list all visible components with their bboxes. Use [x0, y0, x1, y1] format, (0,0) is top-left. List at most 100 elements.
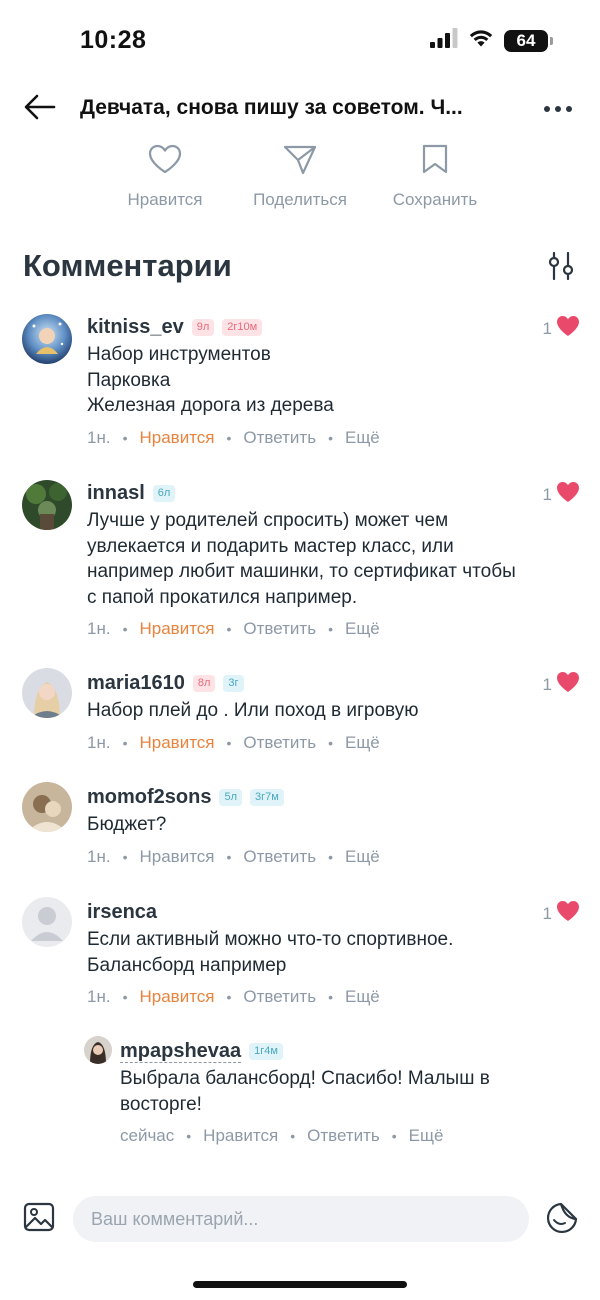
post-actions: Нравится Поделиться Сохранить [0, 140, 600, 220]
comment-like-button[interactable]: Нравится [139, 733, 214, 753]
avatar[interactable] [22, 668, 72, 718]
like-post-button[interactable]: Нравится [95, 140, 235, 210]
comment-like-button[interactable]: Нравится [139, 987, 214, 1007]
sort-filter-button[interactable] [544, 251, 578, 286]
home-indicator [193, 1281, 407, 1288]
comment-meta: 1н. • Нравится • Ответить • Ещё [87, 427, 380, 448]
comment-line: Выбрала балансборд! Спасибо! Малыш в [120, 1068, 490, 1089]
comments-heading: Комментарии [23, 248, 232, 283]
comment-line: Железная дорога из дерева [87, 395, 334, 416]
comment-like-counter[interactable]: 1 [543, 481, 580, 508]
comment-more-button[interactable]: Ещё [345, 847, 380, 867]
avatar[interactable] [22, 480, 72, 530]
comment-reply-button[interactable]: Ответить [243, 619, 316, 639]
comment-line: Лучше у родителей спросить) может чем [87, 510, 449, 531]
like-count: 1 [542, 484, 552, 504]
comment-meta: 1н. • Нравится • Ответить • Ещё [87, 619, 380, 639]
comment-username[interactable]: innasl [87, 482, 145, 505]
comment-username[interactable]: momof2sons [87, 786, 211, 809]
comment-line: Набор инструментов [87, 344, 271, 365]
comment-time: 1н. [87, 427, 111, 447]
comment-reply-button[interactable]: Ответить [243, 987, 316, 1007]
comment-like-button[interactable]: Нравится [139, 428, 214, 448]
comment-input[interactable] [73, 1196, 529, 1242]
attach-photo-button[interactable] [22, 1202, 56, 1236]
heart-outline-icon [148, 140, 182, 178]
comment-like-counter[interactable]: 1 [543, 671, 580, 698]
child-age-badge: 6л [152, 484, 176, 502]
comment-line: увлекается и подарить мастер класс, или [87, 535, 454, 557]
comment-composer [0, 1190, 600, 1254]
like-count: 1 [542, 674, 552, 694]
comment-time: 1н. [87, 619, 111, 638]
comment-more-button[interactable]: Ещё [409, 1126, 444, 1146]
comment-meta: 1н. • Нравится • Ответить • Ещё [87, 732, 380, 753]
more-options-button[interactable] [540, 94, 576, 124]
comment-like-counter[interactable]: 1 [543, 900, 580, 927]
comment-line: с папой прокатился например. [87, 586, 358, 608]
save-label: Сохранить [392, 190, 478, 209]
reply-meta: сейчас • Нравится • Ответить • Ещё [120, 1126, 444, 1146]
comment-reply-button[interactable]: Ответить [243, 847, 316, 867]
send-icon [283, 140, 317, 178]
comment-time: 1н. [87, 846, 111, 866]
child-age-badge: 3г [223, 674, 244, 692]
avatar[interactable] [22, 897, 72, 947]
sticker-button[interactable] [544, 1202, 580, 1238]
signal-icon [430, 28, 458, 53]
like-count: 1 [542, 903, 552, 923]
status-icons: 64 [430, 28, 553, 53]
comment-line: Парковка [87, 369, 171, 391]
comment-more-button[interactable]: Ещё [345, 987, 380, 1007]
comment-more-button[interactable]: Ещё [345, 428, 380, 448]
comment-line: Набор плей до . Или поход в игровую [87, 700, 419, 721]
comment-like-button[interactable]: Нравится [203, 1126, 278, 1146]
bookmark-icon [421, 140, 449, 178]
heart-filled-icon [556, 900, 580, 927]
comment-more-button[interactable]: Ещё [345, 619, 380, 639]
child-age-badge: 2г10м [222, 318, 263, 336]
comment-line: Балансборд например [87, 954, 287, 976]
comment-more-button[interactable]: Ещё [345, 733, 380, 753]
back-button[interactable] [22, 92, 58, 126]
comment-reply-button[interactable]: Ответить [243, 428, 316, 448]
more-dots-icon [543, 100, 573, 118]
comment-username[interactable]: kitniss_ev [87, 316, 184, 339]
like-label: Нравится [127, 190, 203, 209]
image-icon [23, 1202, 55, 1237]
comment-like-counter[interactable]: 1 [543, 315, 580, 342]
arrow-left-icon [24, 94, 56, 125]
avatar[interactable] [22, 782, 72, 832]
comment-time: 1н. [87, 732, 111, 752]
comment-text: Набор инструментов Парковка Железная дор… [87, 342, 580, 419]
comment-meta: 1н. • Нравится • Ответить • Ещё [87, 987, 380, 1007]
battery-icon: 64 [504, 29, 553, 52]
child-age-badge: 9л [191, 318, 215, 336]
comment-username[interactable]: maria1610 [87, 672, 185, 695]
reply-text: Выбрала балансборд! Спасибо! Малыш в вос… [120, 1066, 580, 1117]
child-age-badge: 3г7м [250, 788, 284, 806]
comment-meta: 1н. • Нравится • Ответить • Ещё [87, 846, 380, 867]
comment-text: Бюджет? [87, 812, 580, 838]
status-time: 10:28 [80, 26, 147, 54]
comment-reply-button[interactable]: Ответить [243, 733, 316, 753]
comment-line: Бюджет? [87, 814, 167, 835]
save-post-button[interactable]: Сохранить [365, 140, 505, 210]
comment-time: сейчас [120, 1126, 175, 1145]
child-age-badge: 8л [192, 674, 216, 692]
like-count: 1 [542, 318, 552, 338]
comment-reply-button[interactable]: Ответить [307, 1126, 380, 1146]
reply-username[interactable]: mpapshevaa [120, 1040, 242, 1063]
comment-text: Если активный можно что-то спортивное. Б… [87, 927, 580, 978]
comment-username[interactable]: irsenca [87, 901, 157, 924]
heart-filled-icon [556, 481, 580, 508]
comment-like-button[interactable]: Нравится [139, 619, 214, 639]
sliders-icon [546, 251, 576, 286]
avatar[interactable] [84, 1036, 112, 1064]
comment-line: например любит машинки, то сертификат чт… [87, 561, 516, 582]
comment-line: восторге! [120, 1093, 202, 1115]
comment-line: Если активный можно что-то спортивное. [87, 929, 454, 950]
avatar[interactable] [22, 314, 72, 364]
share-post-button[interactable]: Поделиться [230, 140, 370, 210]
comment-like-button[interactable]: Нравится [139, 847, 214, 867]
